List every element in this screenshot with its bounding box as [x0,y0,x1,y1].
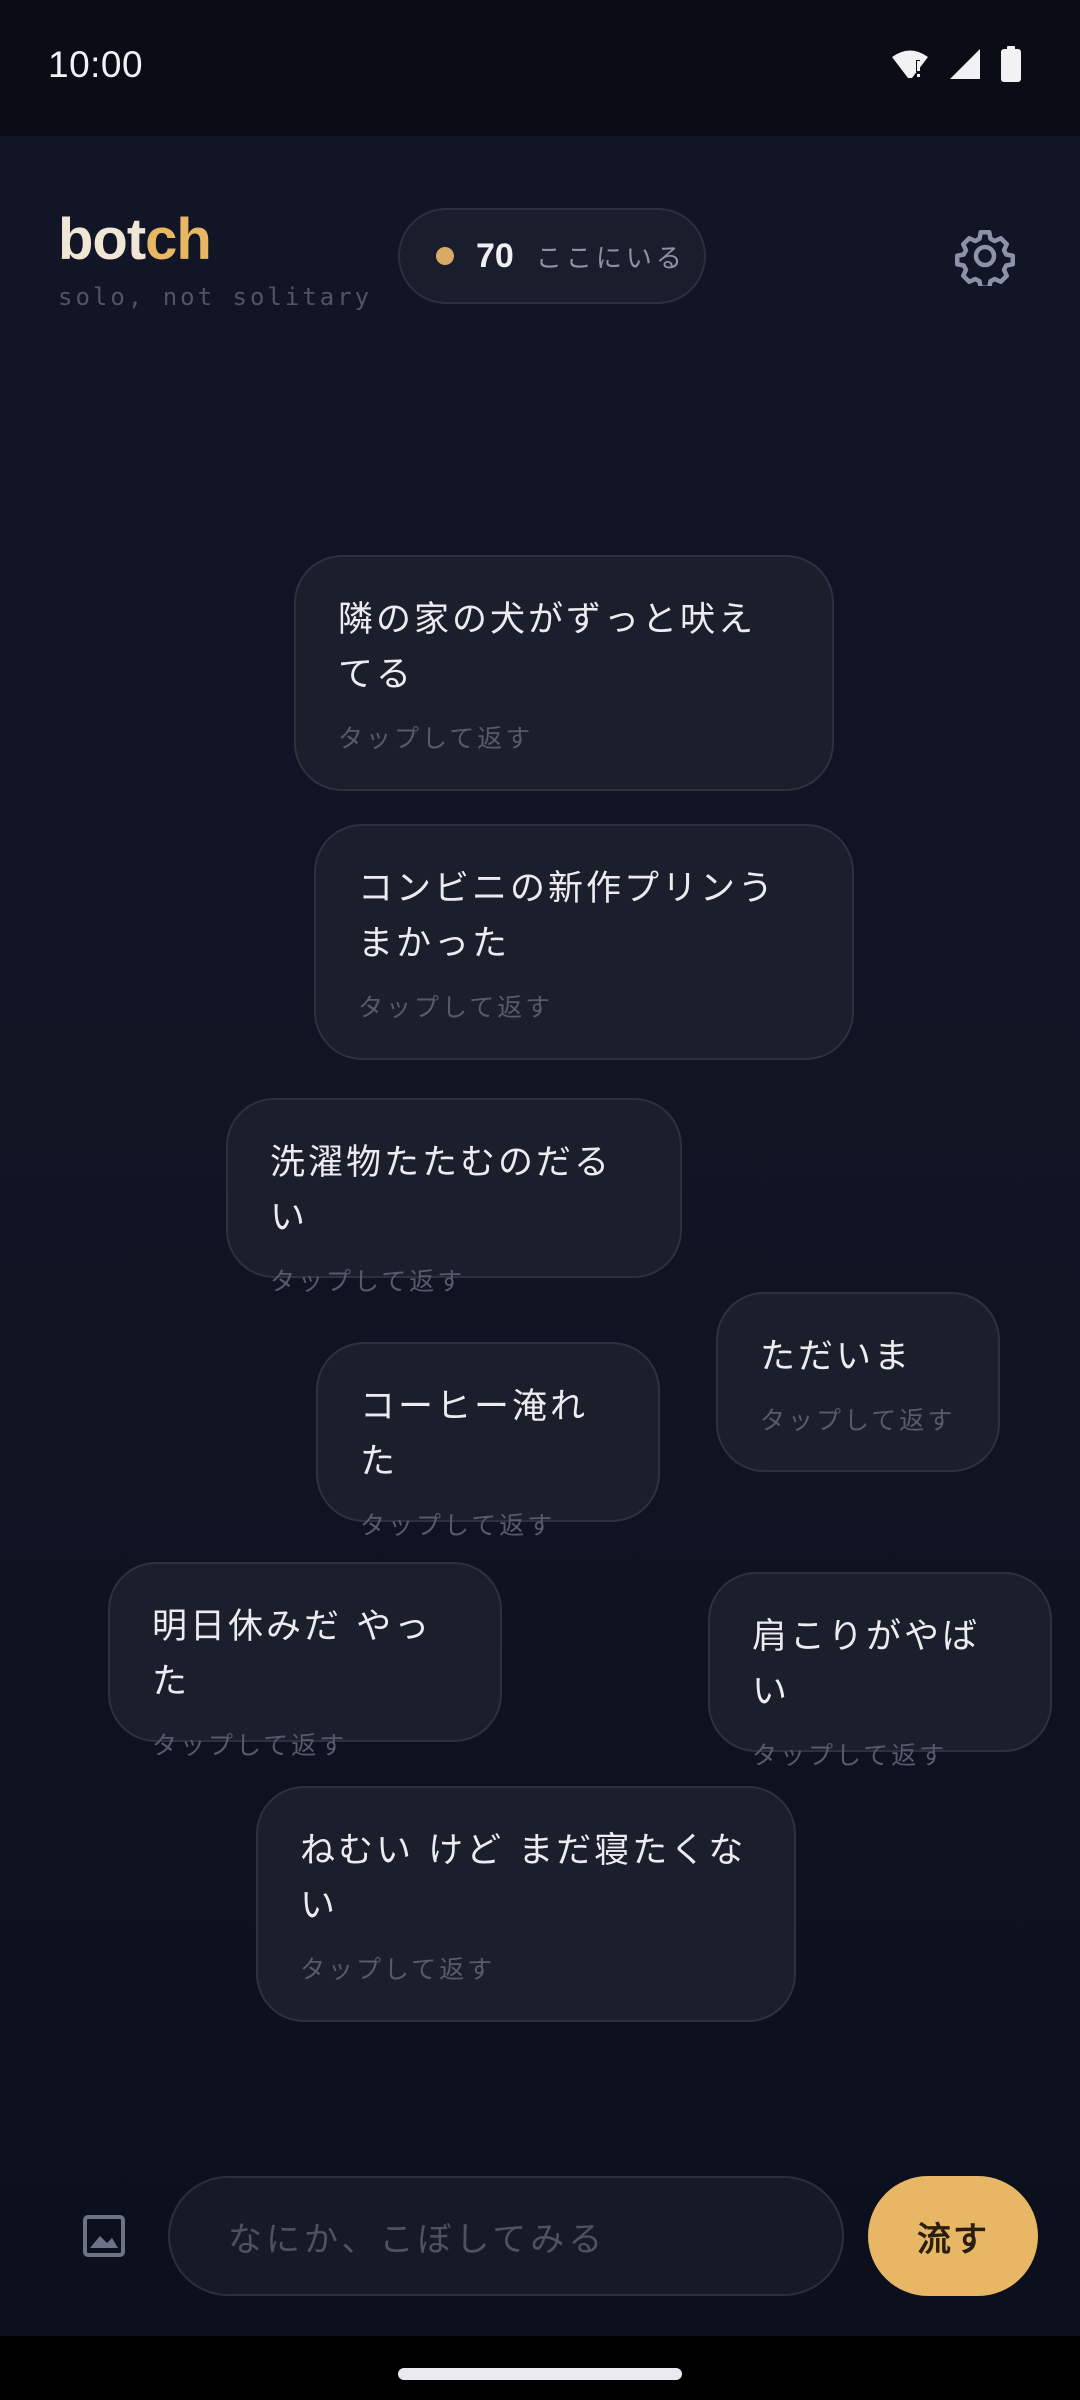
post-text: 肩こりがやばい [752,1617,981,1712]
tagline: solo, not solitary [58,283,373,311]
logo-part-1: bot [58,207,146,272]
post-hint: タップして返す [752,1741,948,1770]
message-placeholder: なにか、こぼしてみる [228,2219,607,2260]
presence-count: 70 [476,236,514,275]
post-bubble[interactable]: 隣の家の犬がずっと吠えてる タップして返す [294,555,834,791]
post-hint: タップして返す [760,1406,956,1435]
battery-icon [1001,46,1021,82]
image-icon[interactable] [80,2212,128,2260]
gear-icon[interactable] [955,226,1015,286]
post-bubble[interactable]: ただいま タップして返す [716,1292,1000,1472]
composer: なにか、こぼしてみる 流す [0,2160,1080,2310]
home-indicator[interactable] [398,2368,682,2380]
post-bubble[interactable]: 肩こりがやばい タップして返す [708,1572,1052,1770]
post-bubble[interactable]: ねむい けど まだ寝たくない タップして返す [256,1786,796,2022]
presence-badge: 70 ここにいる [398,208,706,304]
presence-label: ここにいる [535,243,686,274]
post-bubble[interactable]: 洗濯物たたむのだるい タップして返す [226,1098,682,1296]
post-hint: タップして返す [338,724,534,753]
post-text: ねむい けど まだ寝たくない [300,1831,747,1926]
post-text: コーヒー淹れた [360,1387,589,1482]
post-hint: タップして返す [358,993,554,1022]
post-hint: タップして返す [270,1267,466,1296]
post-bubble[interactable]: コンビニの新作プリンうまかった タップして返す [314,824,854,1060]
presence-dot-icon [436,247,454,265]
send-button[interactable]: 流す [868,2176,1038,2296]
post-text: 洗濯物たたむのだるい [270,1143,613,1238]
post-hint: タップして返す [360,1511,556,1540]
post-text: コンビニの新作プリンうまかった [358,869,777,964]
post-text: 明日休みだ やった [152,1607,433,1702]
status-icons [890,46,1022,82]
app-screen: botch solo, not solitary 70 ここにいる 隣の家の犬が… [0,136,1080,2336]
status-time: 10:00 [48,44,144,85]
post-bubble[interactable]: コーヒー淹れた タップして返す [316,1342,660,1540]
brand: botch solo, not solitary [58,206,372,311]
post-hint: タップして返す [300,1955,496,1984]
post-text: ただいま [760,1337,913,1377]
logo-part-2: ch [145,207,212,272]
post-text: 隣の家の犬がずっと吠えてる [338,600,757,695]
wifi-alert-icon [892,50,928,78]
app-logo: botch [58,206,372,273]
signal-icon [950,49,980,79]
message-input[interactable]: なにか、こぼしてみる [168,2176,844,2296]
post-hint: タップして返す [152,1731,348,1760]
post-bubble[interactable]: 明日休みだ やった タップして返す [108,1562,502,1760]
status-bar: 10:00 [0,0,1080,136]
